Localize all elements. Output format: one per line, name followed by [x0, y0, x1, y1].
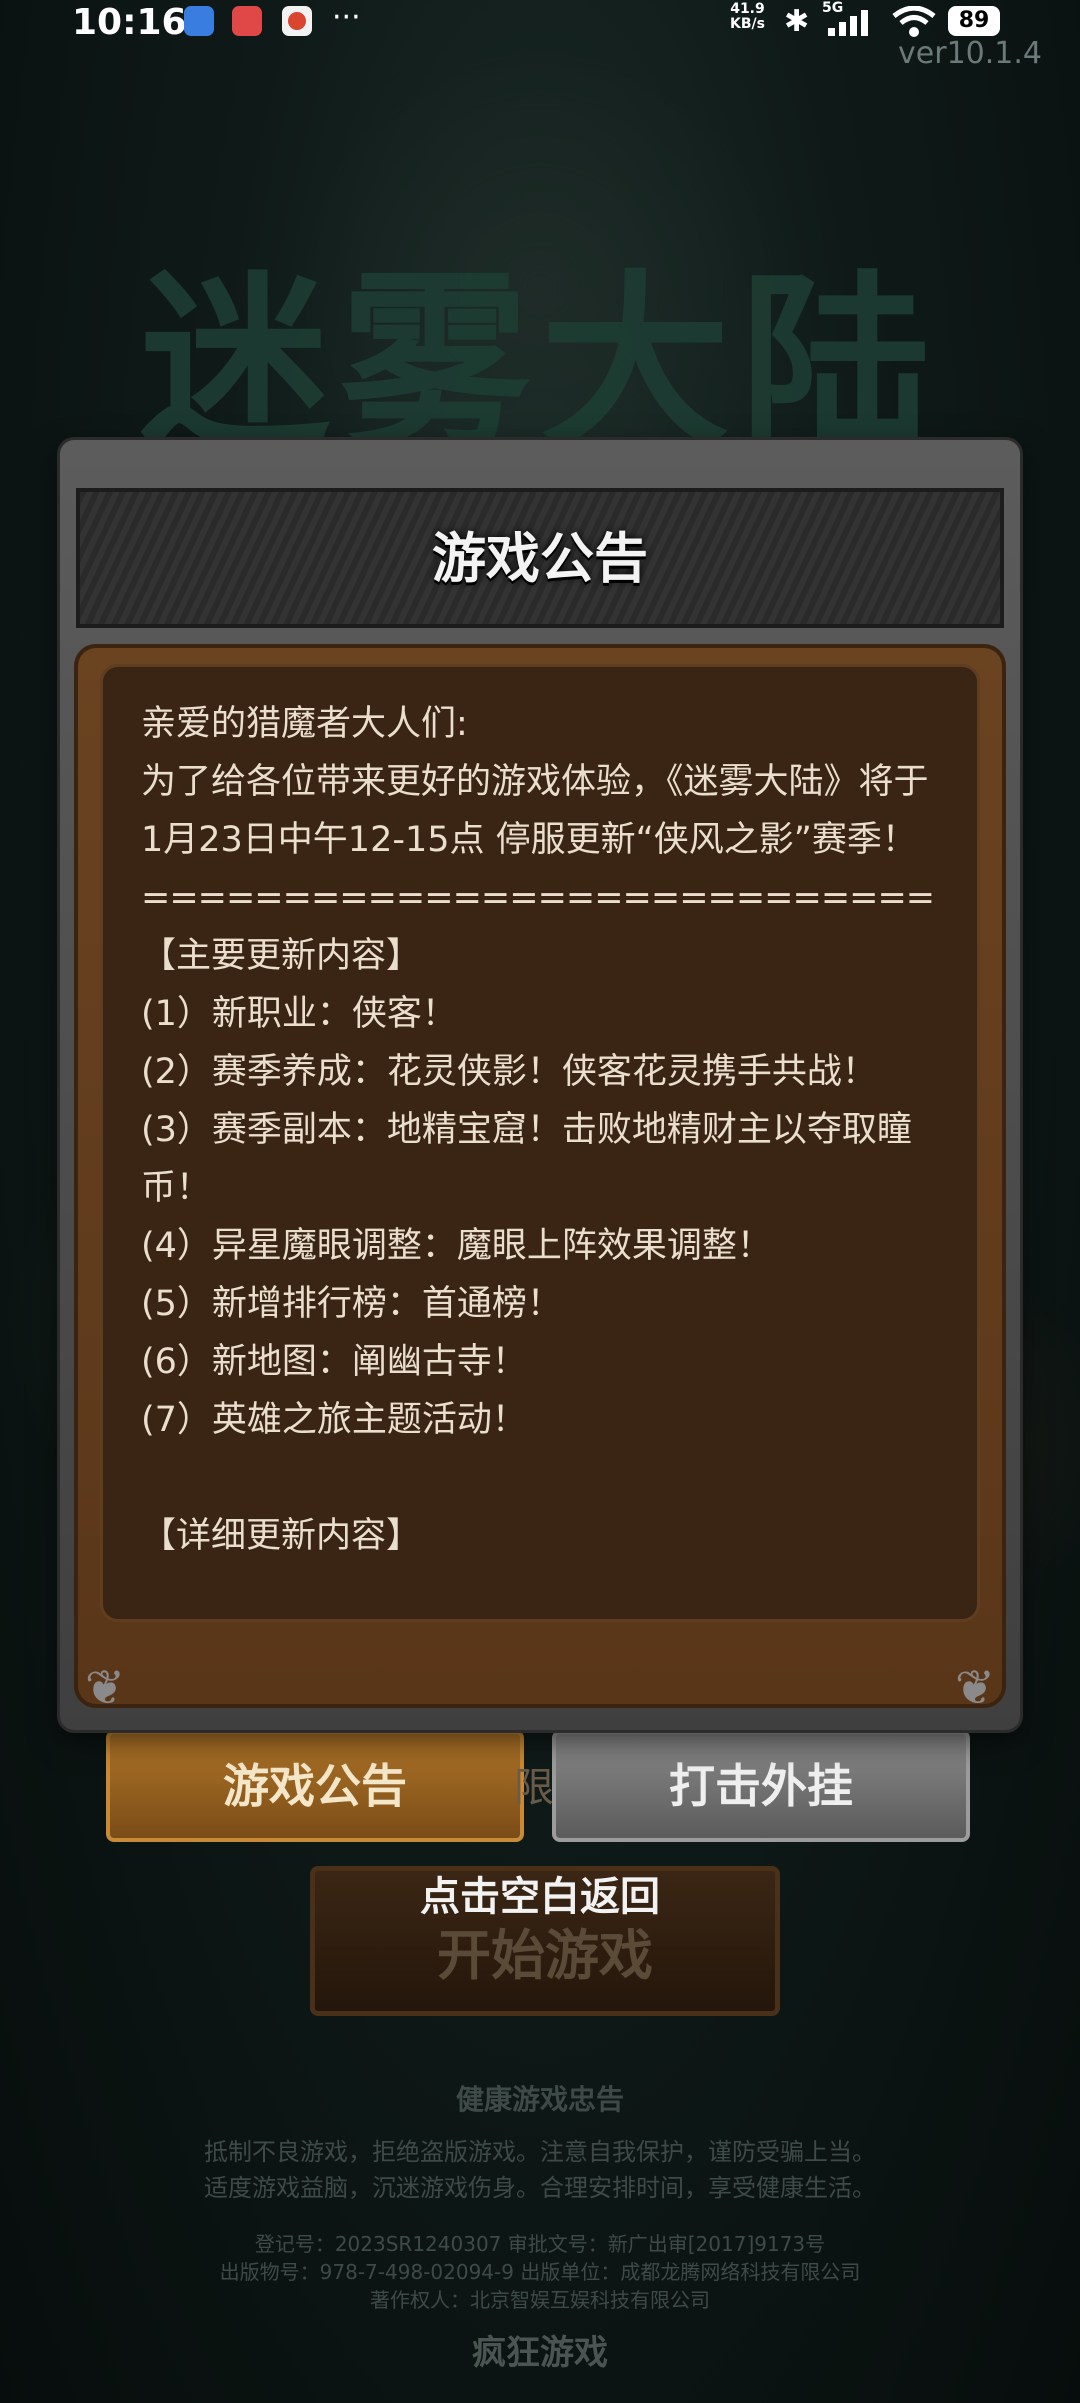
- bluetooth-icon: ✱: [784, 4, 810, 39]
- app-notification-icon: [184, 6, 214, 36]
- announcement-line: (3）赛季副本：地精宝窟！击败地精财主以夺取瞳币！: [141, 1110, 912, 1208]
- announcement-line: ============================: [141, 878, 935, 918]
- anti-cheat-button[interactable]: 打击外挂: [552, 1730, 970, 1842]
- announcement-scroll-area[interactable]: 亲爱的猎魔者大人们: 为了给各位带来更好的游戏体验，《迷雾大陆》将于 1月23日…: [100, 664, 980, 1622]
- announcement-line: 【主要更新内容】: [141, 936, 422, 976]
- app-notification-icon: [282, 6, 312, 36]
- announcement-line: (6）新地图：阐幽古寺！: [141, 1342, 527, 1382]
- signal-icon: [826, 10, 880, 42]
- brand-logo: 疯狂游戏: [472, 2333, 608, 2373]
- announcement-line: [141, 1449, 961, 1507]
- corner-ornament-icon: ❦: [954, 1660, 996, 1716]
- corner-ornament-icon: ❦: [84, 1660, 126, 1716]
- announcement-line: (7）英雄之旅主题活动！: [141, 1400, 527, 1440]
- battery-indicator: 89: [948, 6, 1000, 36]
- publication-info: 出版物号：978-7-498-02094-9 出版单位：成都龙腾网络科技有限公司: [219, 2260, 861, 2284]
- status-time: 10:16: [72, 2, 187, 43]
- announcement-line: 亲爱的猎魔者大人们:: [141, 704, 468, 744]
- dialog-title: 游戏公告: [432, 527, 648, 590]
- separator: 限: [514, 1765, 554, 1811]
- version-label: ver10.1.4: [898, 36, 1042, 71]
- announcement-line: (4）异星魔眼调整：魔眼上阵效果调整！: [141, 1226, 772, 1266]
- announcement-line: (1）新职业：侠客！: [141, 994, 457, 1034]
- health-advisory-line: 适度游戏益脑，沉迷游戏伤身。合理安排时间，享受健康生活。: [204, 2174, 876, 2202]
- dialog-header: 游戏公告: [76, 488, 1004, 628]
- copyright-owner: 著作权人：北京智娱互娱科技有限公司: [370, 2288, 710, 2312]
- app-notification-icon: [232, 6, 262, 36]
- announcement-content: 亲爱的猎魔者大人们: 为了给各位带来更好的游戏体验，《迷雾大陆》将于 1月23日…: [141, 695, 961, 1565]
- announcement-button[interactable]: 游戏公告: [106, 1730, 524, 1842]
- more-notifications-icon: ···: [332, 0, 361, 35]
- announcement-dialog: 游戏公告 亲爱的猎魔者大人们: 为了给各位带来更好的游戏体验，《迷雾大陆》将于 …: [60, 440, 1020, 1730]
- registration-info: 登记号：2023SR1240307 审批文号：新广出审[2017]9173号: [254, 2232, 826, 2256]
- health-advisory-title: 健康游戏忠告: [455, 2083, 624, 2116]
- dialog-body: 亲爱的猎魔者大人们: 为了给各位带来更好的游戏体验，《迷雾大陆》将于 1月23日…: [74, 644, 1006, 1708]
- announcement-line: 【详细更新内容】: [141, 1516, 422, 1556]
- announcement-line: 为了给各位带来更好的游戏体验，《迷雾大陆》将于 1月23日中午12-15点 停服…: [141, 762, 929, 860]
- health-advisory-line: 抵制不良游戏，拒绝盗版游戏。注意自我保护，谨防受骗上当。: [204, 2138, 876, 2166]
- network-speed: 41.9 KB/s: [730, 1, 765, 32]
- announcement-line: (5）新增排行榜：首通榜！: [141, 1284, 562, 1324]
- tap-blank-to-return-hint[interactable]: 点击空白返回: [310, 1864, 770, 1922]
- announcement-line: (2）赛季养成：花灵侠影！侠客花灵携手共战！: [141, 1052, 877, 1092]
